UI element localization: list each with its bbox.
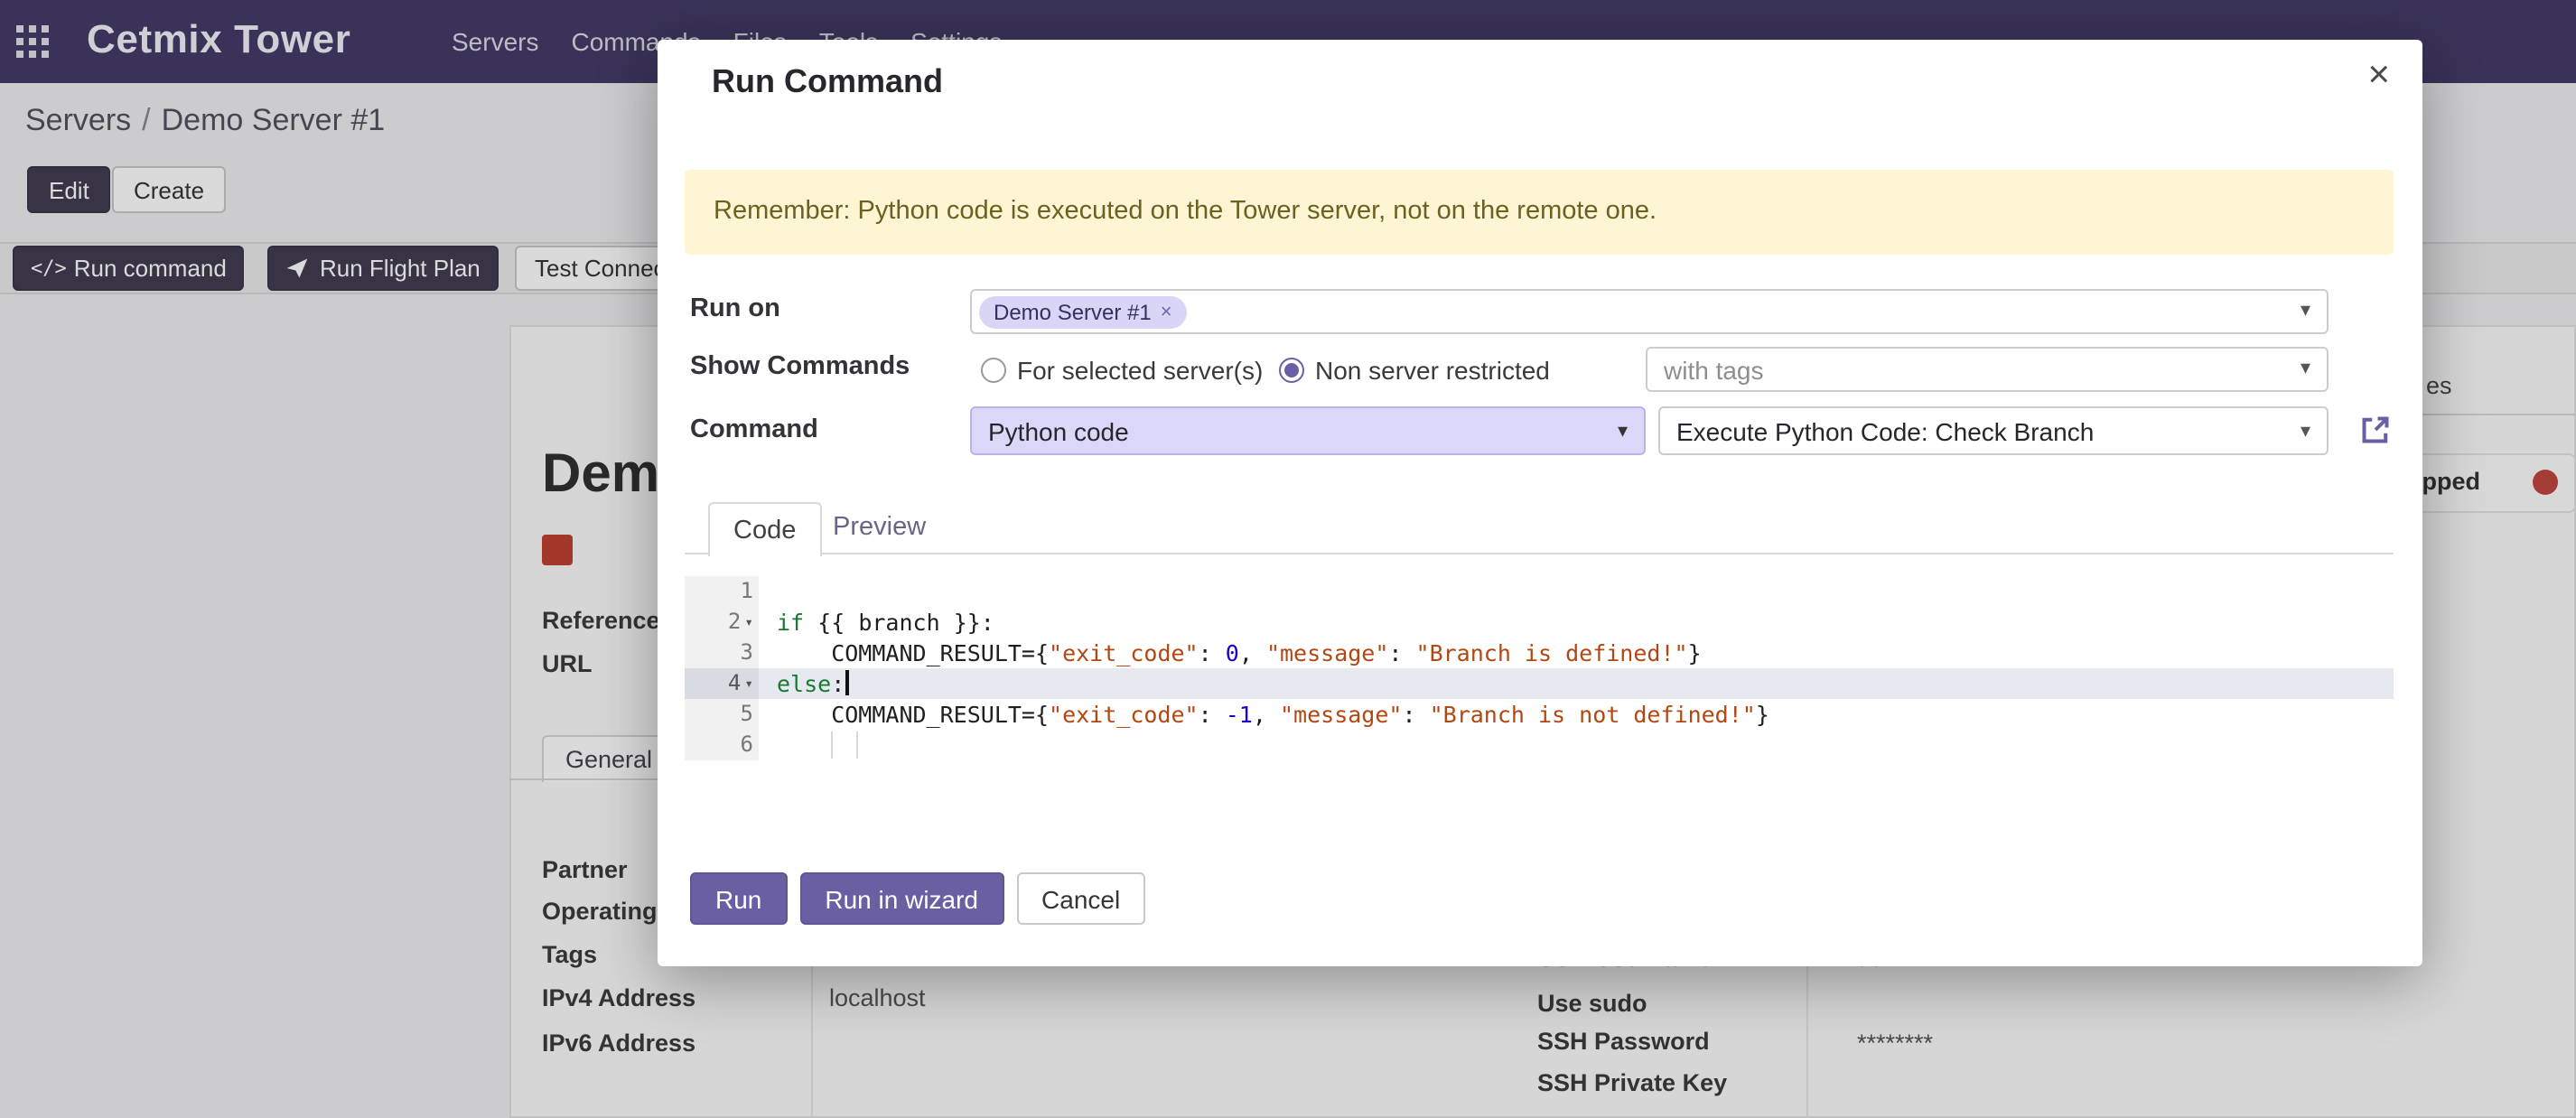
run-in-wizard-button[interactable]: Run in wizard: [799, 872, 1003, 925]
code-line-content[interactable]: [759, 730, 2394, 760]
code-line-content[interactable]: COMMAND_RESULT={"exit_code": -1, "messag…: [759, 699, 2394, 730]
code-token: "message": [1280, 701, 1402, 728]
external-link-icon[interactable]: [2357, 412, 2394, 448]
run-command-dialog: Run Command × Remember: Python code is e…: [658, 40, 2422, 966]
code-token: :: [1402, 701, 1429, 728]
code-line-content[interactable]: if {{ branch }}:: [759, 607, 2394, 638]
code-token: "exit_code": [1049, 639, 1199, 666]
code-token: "Branch is not defined!": [1430, 701, 1756, 728]
run-button[interactable]: Run: [690, 872, 787, 925]
gutter-line-number[interactable]: 3: [685, 638, 759, 668]
code-token: {{ branch }}:: [804, 609, 994, 636]
code-token: if: [777, 609, 804, 636]
code-line-content[interactable]: else:: [759, 668, 2394, 699]
radio-non-server-restricted-label: Non server restricted: [1315, 356, 1550, 385]
command-type-select[interactable]: Python code ▾: [970, 406, 1646, 455]
run-on-field[interactable]: Demo Server #1 × ▾: [970, 289, 2329, 334]
code-token: "Branch is defined!": [1416, 639, 1688, 666]
server-tag-label: Demo Server #1: [994, 300, 1152, 325]
gutter-line-number[interactable]: 1: [685, 576, 759, 607]
tab-preview[interactable]: Preview: [833, 513, 926, 542]
server-tag: Demo Server #1 ×: [979, 296, 1187, 329]
radio-for-selected-servers-label: For selected server(s): [1017, 356, 1263, 385]
code-line[interactable]: 4▾else:: [685, 668, 2394, 699]
dialog-footer: Run Run in wizard Cancel: [690, 872, 1145, 925]
radio-for-selected-servers[interactable]: [981, 358, 1006, 383]
code-line[interactable]: 2▾if {{ branch }}:: [685, 607, 2394, 638]
command-select[interactable]: Execute Python Code: Check Branch ▾: [1658, 406, 2329, 455]
screen: Cetmix Tower Servers Commands Files Tool…: [0, 0, 2576, 1118]
code-line-content[interactable]: COMMAND_RESULT={"exit_code": 0, "message…: [759, 638, 2394, 668]
code-token: ,: [1239, 639, 1266, 666]
gutter-line-number[interactable]: 4▾: [685, 668, 759, 699]
close-icon[interactable]: ×: [2367, 54, 2390, 98]
indent-guide: [856, 731, 858, 759]
command-type-value: Python code: [988, 417, 1129, 446]
indent-guide: [831, 731, 833, 759]
text-cursor: [845, 670, 848, 695]
fold-arrow-icon[interactable]: ▾: [744, 607, 753, 638]
chevron-down-icon: ▾: [2301, 419, 2310, 443]
gutter-line-number[interactable]: 6: [685, 730, 759, 760]
chevron-down-icon: ▾: [2301, 356, 2310, 379]
code-token: -1: [1226, 701, 1253, 728]
gutter-line-number[interactable]: 2▾: [685, 607, 759, 638]
code-token: :: [1199, 701, 1226, 728]
code-token: }: [1756, 701, 1769, 728]
tab-code[interactable]: Code: [708, 502, 821, 556]
show-commands-label: Show Commands: [690, 352, 910, 381]
fold-arrow-icon[interactable]: ▾: [744, 668, 753, 699]
code-token: }: [1688, 639, 1702, 666]
chevron-down-icon: ▾: [1618, 419, 1628, 443]
code-token: 0: [1226, 639, 1239, 666]
warning-alert-text: Remember: Python code is executed on the…: [714, 170, 1657, 255]
radio-non-server-restricted[interactable]: [1279, 358, 1304, 383]
gutter-line-number[interactable]: 5: [685, 699, 759, 730]
code-token: COMMAND_RESULT={: [777, 639, 1049, 666]
code-line[interactable]: 5 COMMAND_RESULT={"exit_code": -1, "mess…: [685, 699, 2394, 730]
chevron-down-icon: ▾: [2301, 298, 2310, 321]
code-line-content[interactable]: [759, 576, 2394, 607]
code-line[interactable]: 3 COMMAND_RESULT={"exit_code": 0, "messa…: [685, 638, 2394, 668]
warning-alert: Remember: Python code is executed on the…: [685, 170, 2394, 255]
code-editor[interactable]: 12▾if {{ branch }}:3 COMMAND_RESULT={"ex…: [685, 576, 2394, 760]
tag-remove-icon[interactable]: ×: [1161, 302, 1172, 323]
code-line[interactable]: 1: [685, 576, 2394, 607]
code-token: COMMAND_RESULT={: [777, 701, 1049, 728]
dialog-title: Run Command: [712, 63, 943, 101]
code-token: ,: [1253, 701, 1280, 728]
code-token: :: [1388, 639, 1415, 666]
run-on-label: Run on: [690, 294, 780, 323]
cancel-button[interactable]: Cancel: [1016, 872, 1145, 925]
code-token: else: [777, 670, 831, 697]
code-line[interactable]: 6: [685, 730, 2394, 760]
code-token: :: [1199, 639, 1226, 666]
tags-filter-select[interactable]: with tags ▾: [1646, 347, 2329, 392]
code-token: "exit_code": [1049, 701, 1199, 728]
tags-filter-placeholder: with tags: [1664, 356, 1764, 385]
code-token: "message": [1266, 639, 1388, 666]
code-token: :: [831, 670, 845, 697]
tab-bar-underline: [685, 553, 2394, 554]
command-value: Execute Python Code: Check Branch: [1676, 417, 2094, 446]
command-label: Command: [690, 415, 818, 444]
